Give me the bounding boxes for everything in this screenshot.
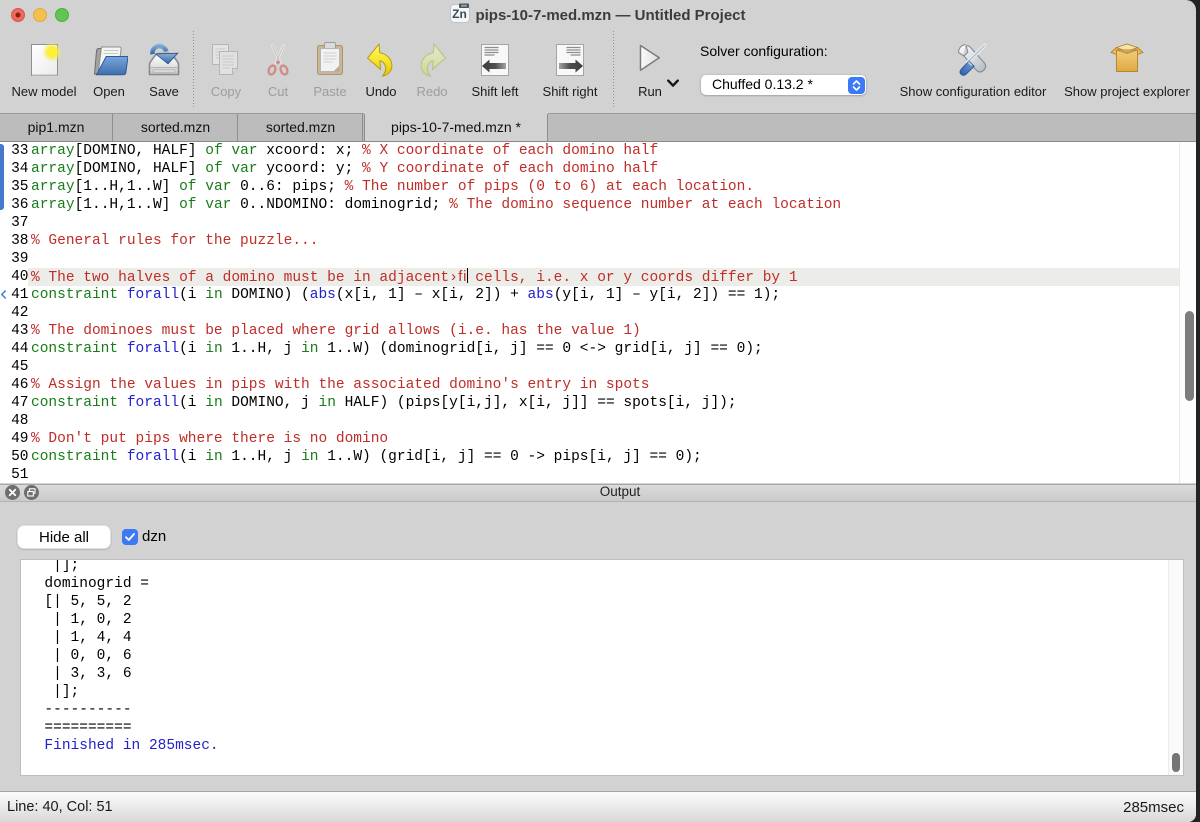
svg-text:Zn: Zn xyxy=(453,7,468,21)
